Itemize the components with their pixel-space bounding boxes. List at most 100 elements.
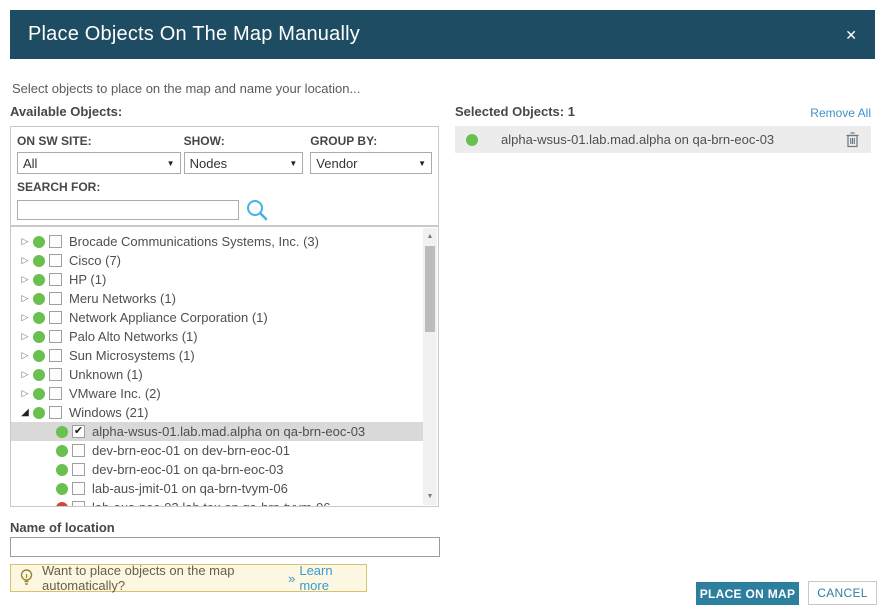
status-up-icon [33, 407, 45, 419]
tree-group-row[interactable]: ▷Meru Networks (1) [11, 289, 423, 308]
node-label: Sun Microsystems (1) [69, 348, 195, 363]
tree-group-row[interactable]: ▷ VMware Inc. (2) [11, 384, 423, 403]
delete-icon[interactable] [845, 131, 860, 148]
search-for-label: SEARCH FOR: [17, 180, 432, 194]
show-select[interactable]: Nodes ▼ [184, 152, 304, 174]
expand-icon[interactable]: ▷ [19, 236, 31, 247]
expand-icon[interactable]: ▷ [19, 350, 31, 361]
location-name-input[interactable] [10, 537, 440, 557]
chevron-down-icon: ▼ [289, 159, 297, 168]
node-label: Network Appliance Corporation (1) [69, 310, 268, 325]
node-label: lab-aus-jmit-01 on qa-brn-tvym-06 [92, 481, 288, 496]
status-up-icon [56, 426, 68, 438]
tree-group-row[interactable]: ▷Brocade Communications Systems, Inc. (3… [11, 232, 423, 251]
expand-icon[interactable]: ▷ [19, 312, 31, 323]
node-checkbox[interactable] [49, 387, 62, 400]
lightbulb-icon [20, 569, 33, 587]
expand-icon[interactable]: ▷ [19, 388, 31, 399]
status-up-icon [33, 255, 45, 267]
node-checkbox[interactable] [49, 235, 62, 248]
selected-objects-label: Selected Objects: 1 [455, 104, 575, 119]
available-objects-label: Available Objects: [10, 104, 122, 119]
status-up-icon [33, 312, 45, 324]
filter-panel: ON SW SITE: SHOW: GROUP BY: All ▼ Nodes … [10, 126, 439, 226]
status-up-icon [56, 483, 68, 495]
expand-icon[interactable]: ▷ [19, 369, 31, 380]
status-up-icon [33, 274, 45, 286]
tree-node-row[interactable]: lab-aus-jmit-01 on qa-brn-tvym-06 [11, 479, 423, 498]
dialog-instruction: Select objects to place on the map and n… [12, 81, 360, 96]
node-label: Windows (21) [69, 405, 148, 420]
chevron-down-icon: ▼ [418, 159, 426, 168]
dialog-title: Place Objects On The Map Manually [28, 23, 360, 46]
node-label: dev-brn-eoc-01 on dev-brn-eoc-01 [92, 443, 290, 458]
node-checkbox[interactable] [49, 254, 62, 267]
groupby-select[interactable]: Vendor ▼ [310, 152, 432, 174]
node-checkbox[interactable] [72, 482, 85, 495]
node-checkbox[interactable] [72, 463, 85, 476]
node-label: alpha-wsus-01.lab.mad.alpha on qa-brn-eo… [92, 424, 365, 439]
scroll-up-icon[interactable]: ▲ [423, 233, 437, 240]
scrollbar-thumb[interactable] [425, 246, 435, 332]
place-objects-dialog: Place Objects On The Map Manually ✕ Sele… [0, 0, 881, 607]
status-up-icon [33, 369, 45, 381]
node-label: Cisco (7) [69, 253, 121, 268]
tree-group-row[interactable]: ▷ Cisco (7) [11, 251, 423, 270]
node-label: lab-aus-noc-03.lab.tex on qa-brn-tvym-06 [92, 500, 330, 507]
tree-node-row[interactable]: lab-aus-noc-03.lab.tex on qa-brn-tvym-06 [11, 498, 423, 507]
node-checkbox[interactable] [49, 349, 62, 362]
site-select[interactable]: All ▼ [17, 152, 181, 174]
close-icon[interactable]: ✕ [845, 28, 857, 42]
remove-all-link[interactable]: Remove All [810, 106, 871, 120]
groupby-select-value: Vendor [316, 156, 357, 171]
node-checkbox[interactable] [49, 292, 62, 305]
cancel-button[interactable]: CANCEL [808, 581, 877, 605]
node-checkbox[interactable]: ✔ [72, 425, 85, 438]
tree-group-row[interactable]: ▷ Unknown (1) [11, 365, 423, 384]
show-select-value: Nodes [190, 156, 228, 171]
tree-group-row[interactable]: ▷ Sun Microsystems (1) [11, 346, 423, 365]
tree-node-row[interactable]: dev-brn-eoc-01 on qa-brn-eoc-03 [11, 460, 423, 479]
place-on-map-button[interactable]: PLACE ON MAP [696, 582, 799, 605]
search-icon[interactable] [245, 198, 269, 222]
available-objects-tree: ▷Brocade Communications Systems, Inc. (3… [10, 226, 439, 507]
location-name-label: Name of location [10, 520, 115, 535]
node-label: Unknown (1) [69, 367, 143, 382]
node-label: HP (1) [69, 272, 106, 287]
selected-object-label: alpha-wsus-01.lab.mad.alpha on qa-brn-eo… [501, 132, 774, 147]
dialog-titlebar: Place Objects On The Map Manually ✕ [10, 10, 875, 59]
chevron-down-icon: ▼ [167, 159, 175, 168]
tree-group-row[interactable]: ▷ HP (1) [11, 270, 423, 289]
tree-group-row[interactable]: ◢ Windows (21) [11, 403, 423, 422]
node-checkbox[interactable] [49, 406, 62, 419]
status-up-icon [33, 331, 45, 343]
tree-node-row[interactable]: dev-brn-eoc-01 on dev-brn-eoc-01 [11, 441, 423, 460]
node-checkbox[interactable] [72, 444, 85, 457]
selected-object-row: alpha-wsus-01.lab.mad.alpha on qa-brn-eo… [455, 126, 871, 153]
learn-more-link[interactable]: Learn more [299, 563, 357, 593]
node-checkbox[interactable] [49, 311, 62, 324]
node-label: VMware Inc. (2) [69, 386, 161, 401]
scroll-down-icon[interactable]: ▼ [423, 493, 437, 500]
node-label: dev-brn-eoc-01 on qa-brn-eoc-03 [92, 462, 284, 477]
tree-scrollbar[interactable]: ▲ ▼ [423, 228, 437, 505]
expand-icon[interactable]: ▷ [19, 293, 31, 304]
collapse-icon[interactable]: ◢ [19, 407, 31, 418]
status-up-icon [33, 388, 45, 400]
expand-icon[interactable]: ▷ [19, 331, 31, 342]
node-label: Palo Alto Networks (1) [69, 329, 198, 344]
tree-group-row[interactable]: ▷ Palo Alto Networks (1) [11, 327, 423, 346]
groupby-filter-label: GROUP BY: [310, 134, 432, 148]
expand-icon[interactable]: ▷ [19, 255, 31, 266]
status-up-icon [33, 293, 45, 305]
search-input[interactable] [17, 200, 239, 220]
site-filter-label: ON SW SITE: [17, 134, 181, 148]
tree-node-row[interactable]: ✔ alpha-wsus-01.lab.mad.alpha on qa-brn-e… [11, 422, 423, 441]
status-up-icon [466, 134, 478, 146]
node-checkbox[interactable] [49, 273, 62, 286]
expand-icon[interactable]: ▷ [19, 274, 31, 285]
node-checkbox[interactable] [72, 501, 85, 507]
node-checkbox[interactable] [49, 330, 62, 343]
tree-group-row[interactable]: ▷ Network Appliance Corporation (1) [11, 308, 423, 327]
node-checkbox[interactable] [49, 368, 62, 381]
